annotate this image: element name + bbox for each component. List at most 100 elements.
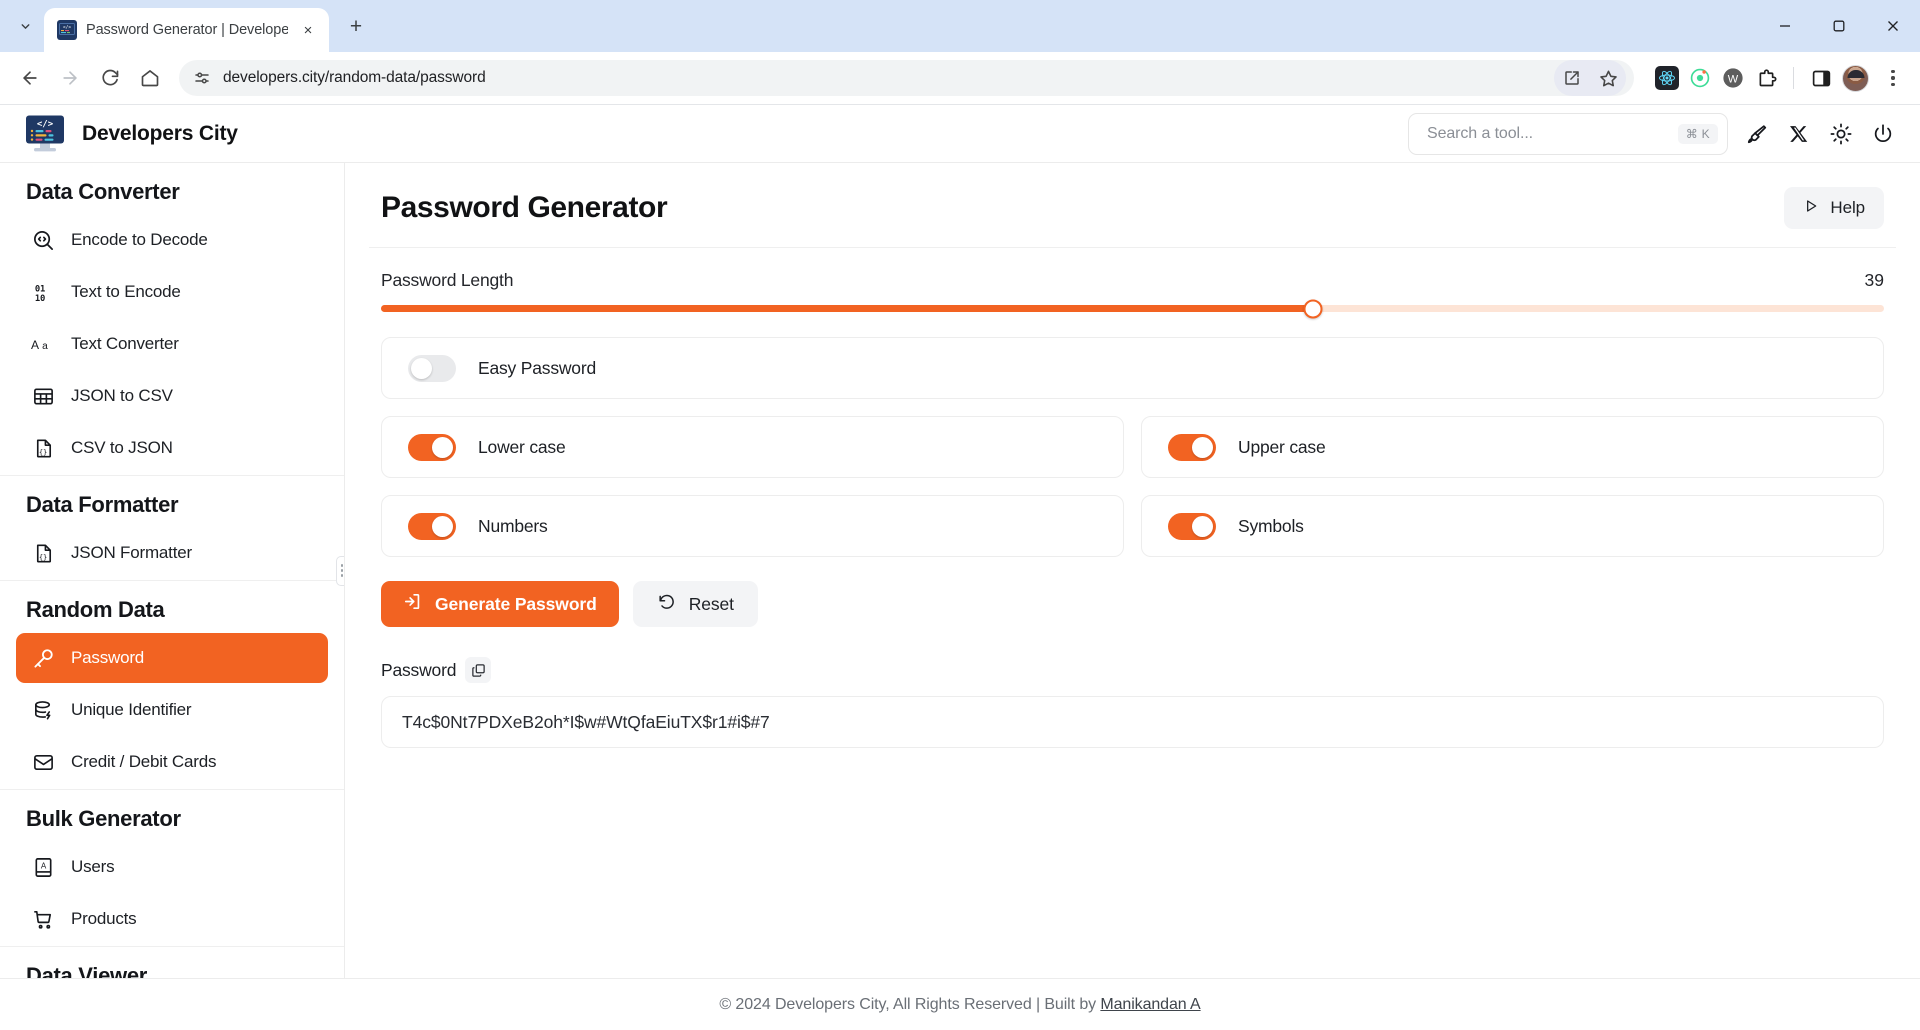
w-circle-icon[interactable]: W	[1721, 66, 1745, 90]
svg-text:A: A	[40, 861, 46, 870]
sidebar-item-label: Credit / Debit Cards	[71, 752, 216, 772]
svg-text:</>: </>	[63, 25, 72, 31]
profile-avatar[interactable]	[1842, 65, 1869, 92]
search-placeholder: Search a tool...	[1427, 125, 1678, 143]
sun-icon[interactable]	[1828, 121, 1854, 147]
puzzle-piece-icon[interactable]	[1754, 66, 1778, 90]
database-bolt-icon	[30, 697, 56, 723]
sidebar-item-label: Products	[71, 909, 137, 929]
react-devtools-icon[interactable]	[1655, 66, 1679, 90]
numbers-toggle[interactable]	[408, 513, 456, 540]
option-symbols[interactable]: Symbols	[1141, 495, 1884, 557]
sidebar-item-unique-identifier[interactable]: Unique Identifier	[16, 685, 328, 735]
sidebar-item-label: JSON Formatter	[71, 543, 192, 563]
browser-toolbar: developers.city/random-data/password	[0, 52, 1920, 105]
login-arrow-icon	[403, 592, 422, 616]
side-panel-icon[interactable]	[1809, 66, 1833, 90]
power-icon[interactable]	[1870, 121, 1896, 147]
option-label: Symbols	[1238, 516, 1304, 537]
option-label: Upper case	[1238, 437, 1326, 458]
shopping-cart-icon	[30, 906, 56, 932]
sidebar-item-text-to-encode[interactable]: 0110 Text to Encode	[16, 267, 328, 317]
svg-text:W: W	[1728, 74, 1739, 86]
sidebar-item-password[interactable]: Password	[16, 633, 328, 683]
back-button-icon[interactable]	[12, 60, 48, 96]
code-search-icon	[30, 227, 56, 253]
sidebar-item-encode-to-decode[interactable]: Encode to Decode	[16, 215, 328, 265]
home-button-icon[interactable]	[132, 60, 168, 96]
green-orbit-icon[interactable]	[1688, 66, 1712, 90]
forward-button-icon[interactable]	[52, 60, 88, 96]
window-close-button[interactable]	[1866, 0, 1920, 52]
main-content: Password Generator Help Password Length …	[345, 163, 1920, 978]
copy-icon[interactable]	[465, 657, 491, 683]
window-controls	[1758, 0, 1920, 52]
option-upper-case[interactable]: Upper case	[1141, 416, 1884, 478]
sidebar-item-label: Text to Encode	[71, 282, 181, 302]
kebab-menu-icon[interactable]	[1878, 70, 1908, 86]
text-case-icon: Aa	[30, 331, 56, 357]
sidebar-item-credit-debit-cards[interactable]: Credit / Debit Cards	[16, 737, 328, 787]
help-button[interactable]: Help	[1784, 187, 1884, 229]
undo-icon	[657, 592, 676, 616]
minimize-button[interactable]	[1758, 0, 1812, 52]
site-settings-icon[interactable]	[193, 69, 211, 87]
credit-card-icon	[30, 749, 56, 775]
easy-password-toggle[interactable]	[408, 355, 456, 382]
share-icon[interactable]	[1554, 60, 1590, 96]
app-footer: © 2024 Developers City, All Rights Reser…	[0, 978, 1920, 1030]
tab-close-icon[interactable]: ×	[297, 19, 319, 41]
symbols-toggle[interactable]	[1168, 513, 1216, 540]
password-label-row: Password	[381, 657, 1884, 683]
header-actions: Search a tool... ⌘ K	[1408, 113, 1896, 155]
table-icon	[30, 383, 56, 409]
paintbrush-icon[interactable]	[1744, 121, 1770, 147]
sidebar-resize-handle[interactable]	[336, 556, 345, 586]
password-length-slider[interactable]	[369, 291, 1896, 317]
x-twitter-icon[interactable]	[1786, 121, 1812, 147]
reset-button[interactable]: Reset	[633, 581, 758, 627]
sidebar-group-title: Random Data	[16, 581, 328, 633]
sidebar-item-text-converter[interactable]: Aa Text Converter	[16, 319, 328, 369]
sidebar-item-json-formatter[interactable]: {} JSON Formatter	[16, 528, 328, 578]
sidebar-item-label: Encode to Decode	[71, 230, 208, 250]
browser-window: </> Password Generator | Develope × +	[0, 0, 1920, 1030]
sidebar-group-random-data: Random Data Password Unique Identifier	[0, 580, 344, 787]
sidebar: Data Converter Encode to Decode 0110 Tex	[0, 163, 345, 978]
tab-list-chevron-icon[interactable]	[6, 7, 44, 45]
options-grid: Lower case Upper case Numbers Symbo	[381, 416, 1884, 557]
sidebar-item-csv-to-json[interactable]: {} CSV to JSON	[16, 423, 328, 473]
browser-tab[interactable]: </> Password Generator | Develope ×	[44, 8, 329, 52]
sidebar-item-json-to-csv[interactable]: JSON to CSV	[16, 371, 328, 421]
sidebar-item-products[interactable]: Products	[16, 894, 328, 944]
password-output-section: Password T4c$0Nt7PDXeB2oh*I$w#WtQfaEiuTX…	[369, 627, 1896, 748]
search-input[interactable]: Search a tool... ⌘ K	[1408, 113, 1728, 155]
sidebar-group-data-viewer: Data Viewer	[0, 946, 344, 978]
tab-favicon-icon: </>	[57, 20, 77, 40]
bookmark-star-icon[interactable]	[1590, 60, 1626, 96]
password-output-field[interactable]: T4c$0Nt7PDXeB2oh*I$w#WtQfaEiuTX$r1#i$#7	[381, 696, 1884, 748]
option-numbers[interactable]: Numbers	[381, 495, 1124, 557]
address-bar[interactable]: developers.city/random-data/password	[179, 60, 1634, 96]
password-output-value: T4c$0Nt7PDXeB2oh*I$w#WtQfaEiuTX$r1#i$#7	[402, 712, 770, 733]
slider-track[interactable]	[381, 305, 1884, 312]
new-tab-button[interactable]: +	[339, 10, 373, 44]
footer-author-link[interactable]: Manikandan A	[1100, 996, 1200, 1013]
sidebar-item-label: JSON to CSV	[71, 386, 173, 406]
tab-title: Password Generator | Develope	[86, 22, 288, 38]
maximize-button[interactable]	[1812, 0, 1866, 52]
sidebar-item-users[interactable]: A Users	[16, 842, 328, 892]
option-easy-password[interactable]: Easy Password	[381, 337, 1884, 399]
sidebar-group-title: Bulk Generator	[16, 790, 328, 842]
option-lower-case[interactable]: Lower case	[381, 416, 1124, 478]
generate-password-button[interactable]: Generate Password	[381, 581, 619, 627]
brand[interactable]: </> Developers City	[22, 113, 238, 155]
upper-case-toggle[interactable]	[1168, 434, 1216, 461]
extension-icons: W	[1645, 65, 1908, 92]
app-header: </> Developers City	[0, 105, 1920, 163]
slider-thumb[interactable]	[1303, 299, 1322, 318]
svg-text:a: a	[42, 341, 48, 352]
lower-case-toggle[interactable]	[408, 434, 456, 461]
reload-button-icon[interactable]	[92, 60, 128, 96]
brand-name: Developers City	[82, 122, 238, 146]
